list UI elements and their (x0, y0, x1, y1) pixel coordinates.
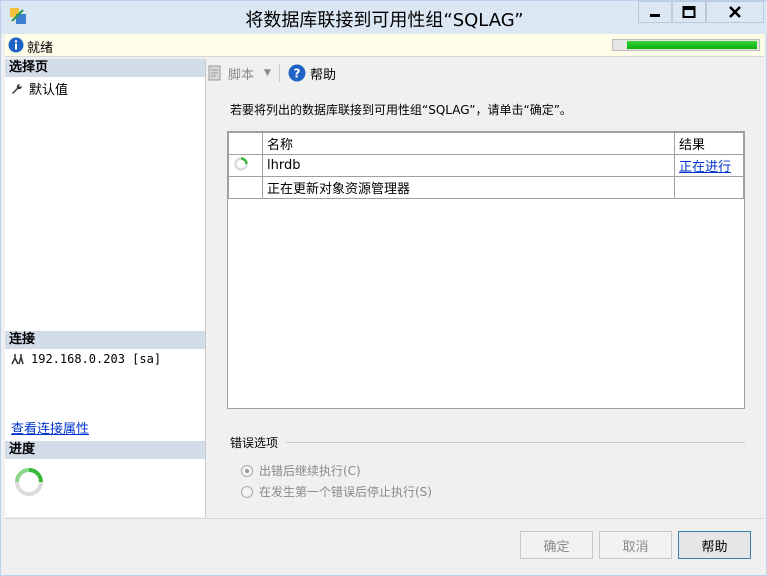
script-icon (208, 65, 221, 81)
svg-text:?: ? (293, 67, 300, 81)
progress-spinner-icon (15, 468, 43, 496)
instruction-text: 若要将列出的数据库联接到可用性组“SQLAG”，请单击“确定”。 (230, 103, 572, 117)
grid-header-name: 名称 (262, 132, 675, 155)
close-button[interactable] (706, 1, 764, 23)
minimize-button[interactable] (638, 1, 672, 23)
row-name: lhrdb (262, 154, 675, 177)
row-icon-cell (228, 154, 263, 177)
status-bar: 就绪 (5, 34, 764, 57)
row-name: 正在更新对象资源管理器 (262, 176, 675, 199)
left-panel: 选择页 默认值 连接 192.168.0.203 [sa] 查看连接属性 进度 (5, 59, 206, 517)
dialog-window: 将数据库联接到可用性组“SQLAG” 就绪 选择页 默认值 连接 192.168… (0, 0, 767, 576)
radio-stop-label: 在发生第一个错误后停止执行(S) (259, 485, 432, 499)
help-button[interactable]: 帮助 (678, 531, 751, 559)
continue-on-error-option[interactable]: 出错后继续执行(C) (241, 462, 361, 479)
connection-header: 连接 (5, 331, 205, 349)
radio-continue-label: 出错后继续执行(C) (259, 464, 361, 478)
connection-icon (11, 354, 24, 365)
help-icon: ? (288, 64, 306, 82)
toolbar-separator (278, 64, 280, 82)
results-grid[interactable]: 名称 结果 lhrdb 正在进行 正在更新对象资源管理器 (227, 131, 745, 409)
grid-header-icon-cell (228, 132, 263, 155)
minimize-icon (650, 14, 660, 17)
grid-header-row: 名称 结果 (228, 132, 744, 155)
connection-value: 192.168.0.203 [sa] (31, 352, 162, 366)
grid-header-result: 结果 (674, 132, 744, 155)
toolbar: 脚本 ▼ ? 帮助 (206, 59, 336, 87)
row-result-link[interactable]: 正在进行 (674, 154, 744, 177)
stop-on-first-error-option[interactable]: 在发生第一个错误后停止执行(S) (241, 483, 432, 500)
view-connection-properties-link[interactable]: 查看连接属性 (11, 418, 89, 437)
cancel-button[interactable]: 取消 (599, 531, 672, 559)
maximize-button[interactable] (672, 1, 706, 23)
help-label: 帮助 (309, 67, 336, 83)
maximize-icon (682, 6, 696, 18)
info-icon (8, 37, 24, 53)
script-label: 脚本 (228, 67, 255, 83)
script-button[interactable]: 脚本 ▼ (206, 64, 271, 83)
ok-button[interactable]: 确定 (520, 531, 593, 559)
progress-fill (627, 41, 757, 49)
error-options-header: 错误选项 (230, 436, 279, 450)
radio-stop[interactable] (241, 485, 253, 498)
connection-info: 192.168.0.203 [sa] (11, 352, 161, 366)
help-toolbar-button[interactable]: ? 帮助 (288, 64, 336, 83)
table-row[interactable]: lhrdb 正在进行 (228, 154, 744, 177)
status-progress-bar (612, 39, 760, 51)
row-icon-cell (228, 176, 263, 199)
status-text: 就绪 (27, 41, 54, 56)
row-result (674, 176, 744, 199)
group-divider (286, 442, 745, 443)
wrench-icon (12, 83, 23, 94)
table-row[interactable]: 正在更新对象资源管理器 (228, 176, 744, 199)
title-bar[interactable]: 将数据库联接到可用性组“SQLAG” (1, 1, 767, 34)
dropdown-arrow-icon[interactable]: ▼ (264, 68, 271, 78)
select-page-header: 选择页 (5, 59, 205, 77)
spinner-icon (234, 156, 248, 171)
page-item-label: 默认值 (29, 83, 69, 98)
error-options-group: 错误选项 (230, 434, 745, 451)
page-item-default[interactable]: 默认值 (11, 79, 68, 98)
footer: 确定 取消 帮助 (5, 518, 764, 574)
progress-header: 进度 (5, 441, 205, 459)
radio-continue[interactable] (241, 464, 253, 477)
close-icon (729, 6, 741, 18)
